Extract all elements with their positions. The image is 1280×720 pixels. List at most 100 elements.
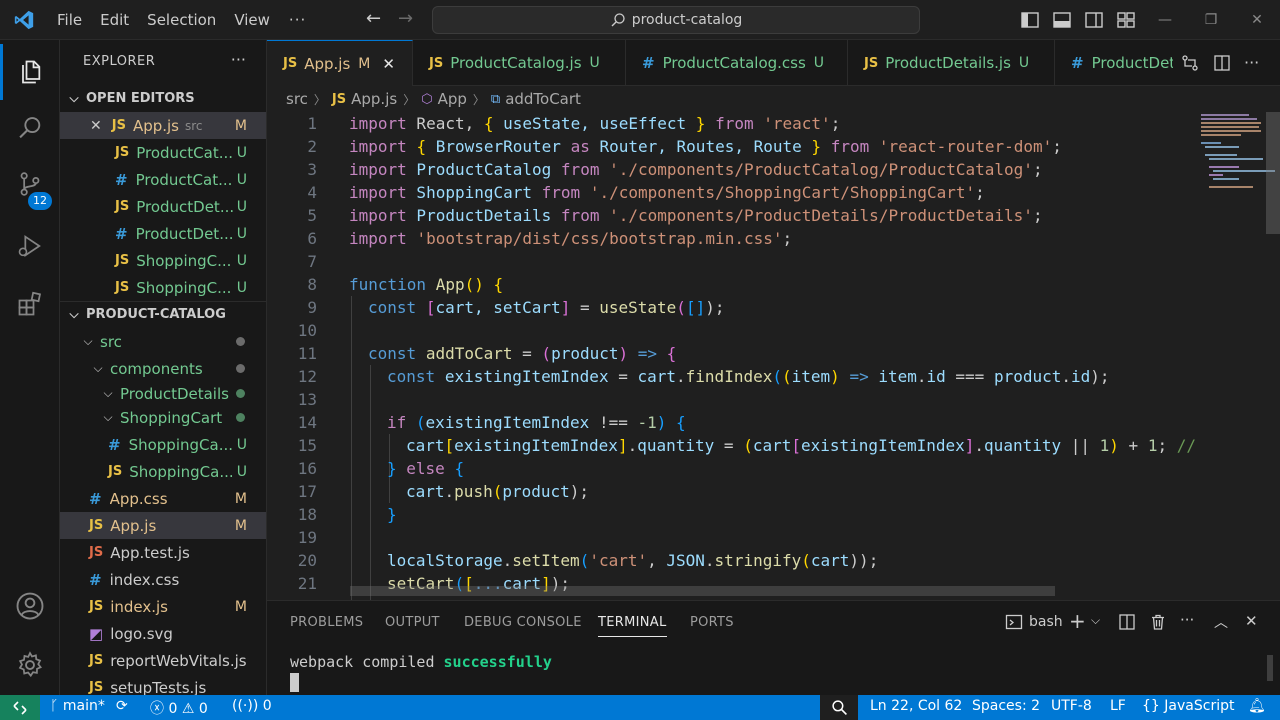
panel-more-icon[interactable]: ··· [1180,611,1194,629]
maximize-icon[interactable]: ❐ [1188,0,1234,40]
split-terminal-icon[interactable] [1118,613,1136,631]
line-number: 3 [307,160,317,179]
project-header[interactable]: ⌵ PRODUCT-CATALOG [60,301,266,327]
split-editor-icon[interactable] [1213,54,1231,72]
open-editor-item[interactable]: # ProductDet... U [60,220,266,247]
file-label: ShoppingC... [136,278,232,297]
explorer-more-icon[interactable]: ··· [231,50,246,69]
cursor-position[interactable]: Ln 22, Col 62 [870,698,962,714]
tab-productdetails-js[interactable]: JS ProductDetails.js U [848,40,1055,86]
language-mode[interactable]: {} JavaScript [1142,698,1234,714]
toggle-sidebar-icon[interactable] [1020,10,1040,30]
problems-status[interactable]: ⓧ 0 ⚠ 0 [150,698,208,718]
account-icon[interactable] [0,578,60,634]
panel-tab-output[interactable]: OUTPUT [385,615,440,630]
tab-label: ProductDetails.js [885,54,1011,72]
tab-app-js[interactable]: JS App.js M ✕ [267,40,413,86]
zoom-search-button[interactable] [820,695,858,720]
command-center-search[interactable]: product-catalog [432,6,920,34]
code-editor[interactable]: 1 import React, { useState, useEffect } f… [267,112,1280,600]
more-menu-icon[interactable]: ··· [279,11,316,29]
remote-indicator-icon[interactable] [0,695,40,720]
sync-icon[interactable]: ⟳ [116,698,128,714]
line-number: 21 [297,574,317,593]
error-icon: ⓧ [150,701,164,717]
panel-tab-terminal[interactable]: TERMINAL [598,615,667,637]
minimize-icon[interactable]: — [1142,0,1188,40]
open-editor-item[interactable]: JS ProductCat... U [60,139,266,166]
tab-productdetails-css[interactable]: # ProductDet [1055,40,1173,86]
compare-changes-icon[interactable] [1181,54,1199,72]
js-file-icon: JS [115,280,130,295]
menu-selection[interactable]: Selection [138,0,225,40]
tree-folder-components[interactable]: ⌵ components [60,355,266,382]
vertical-scrollbar[interactable] [1266,112,1280,234]
breadcrumb-file[interactable]: App.js [351,90,397,108]
tab-productcatalog-js[interactable]: JS ProductCatalog.js U [413,40,626,86]
folder-label: src [100,332,122,351]
tree-file[interactable]: JS ShoppingCa... U [60,458,266,485]
close-tab-icon[interactable]: ✕ [382,55,395,73]
panel-tab-ports[interactable]: PORTS [690,615,734,630]
menu-edit[interactable]: Edit [91,0,138,40]
open-editor-item[interactable]: JS ShoppingC... U [60,274,266,301]
file-status: M [234,598,247,615]
css-file-icon: # [108,435,121,454]
open-editors-header[interactable]: ⌵ OPEN EDITORS [60,85,266,111]
notifications-bell-icon[interactable]: 🔔︎ [1248,698,1266,714]
git-branch[interactable]: ᚴ main* [50,698,105,714]
toggle-secondary-sidebar-icon[interactable] [1084,10,1104,30]
close-icon[interactable]: ✕ [90,118,102,134]
trash-icon[interactable] [1149,613,1167,631]
close-panel-icon[interactable]: ✕ [1245,612,1258,630]
settings-gear-icon[interactable] [0,637,60,693]
maximize-panel-icon[interactable]: ︿ [1214,612,1228,632]
extensions-icon[interactable] [0,276,60,332]
open-editor-app-js[interactable]: ✕ JS App.js src M [60,112,266,139]
tree-file[interactable]: JS setupTests.js [60,674,266,696]
menu-view[interactable]: View [225,0,279,40]
run-debug-icon[interactable] [0,218,60,274]
terminal-scrollbar[interactable] [1267,655,1273,681]
panel-tab-debug-console[interactable]: DEBUG CONSOLE [464,615,582,630]
close-window-icon[interactable]: ✕ [1234,0,1280,40]
explorer-icon[interactable] [0,44,60,100]
breadcrumb-folder[interactable]: src [286,90,308,108]
tree-file[interactable]: ◩ logo.svg [60,620,266,647]
tree-file[interactable]: JS reportWebVitals.js [60,647,266,674]
tree-folder-productdetails[interactable]: ⌵ ProductDetails [60,380,266,407]
customize-layout-icon[interactable] [1116,10,1136,30]
editor-more-icon[interactable]: ··· [1244,53,1259,72]
new-terminal-icon[interactable]: + [1069,609,1086,633]
indentation[interactable]: Spaces: 2 [972,698,1040,714]
css-file-icon: # [1071,54,1084,72]
open-editor-item[interactable]: # ProductCat... U [60,166,266,193]
line-ending[interactable]: LF [1110,698,1126,714]
tree-folder-shoppingcart[interactable]: ⌵ ShoppingCart [60,404,266,431]
tree-file[interactable]: # ShoppingCa... U [60,431,266,458]
tree-file[interactable]: # App.css M [60,485,266,512]
terminal-icon [1005,614,1023,630]
activity-bar: 12 [0,40,60,695]
tree-file[interactable]: JS index.js M [60,593,266,620]
tab-productcatalog-css[interactable]: # ProductCatalog.css U [626,40,848,86]
forward-arrow-icon[interactable]: → [398,8,413,29]
chevron-down-icon[interactable]: ⌵ [1091,613,1100,628]
menu-file[interactable]: File [48,0,91,40]
tree-file[interactable]: # index.css [60,566,266,593]
terminal-shell-name[interactable]: bash [1029,614,1063,630]
search-view-icon[interactable] [0,100,60,156]
tree-file[interactable]: JS App.test.js [60,539,266,566]
horizontal-scrollbar[interactable] [350,586,1055,596]
breadcrumb-symbol[interactable]: addToCart [505,90,581,108]
panel-tab-problems[interactable]: PROBLEMS [290,615,363,630]
open-editor-item[interactable]: JS ProductDet... U [60,193,266,220]
tree-folder-src[interactable]: ⌵ src [60,328,266,355]
toggle-panel-icon[interactable] [1052,10,1072,30]
open-editor-item[interactable]: JS ShoppingC... U [60,247,266,274]
ports-status[interactable]: ((·)) 0 [232,698,272,714]
back-arrow-icon[interactable]: ← [366,8,381,29]
encoding[interactable]: UTF-8 [1051,698,1092,714]
tree-file-app-js[interactable]: JS App.js M [60,512,266,539]
breadcrumb-symbol[interactable]: App [438,90,467,108]
